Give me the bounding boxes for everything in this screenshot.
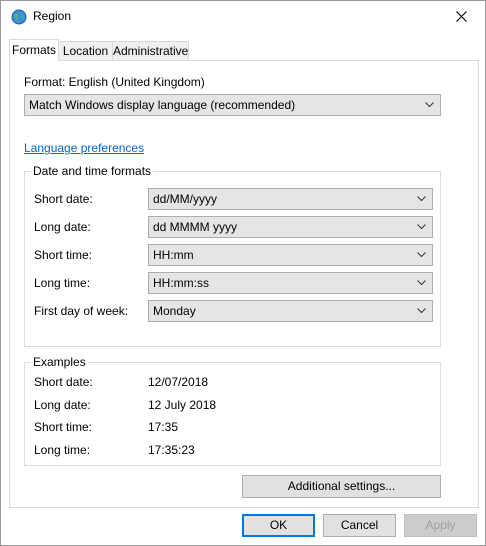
close-icon [456, 11, 467, 22]
long-time-label: Long time: [34, 276, 91, 290]
tab-location[interactable]: Location [58, 41, 113, 60]
examples-group-title: Examples [31, 355, 88, 369]
examples-group: Examples Short date: 12/07/2018 Long dat… [24, 355, 441, 466]
example-short-time-value: 17:35 [148, 420, 179, 434]
datetime-formats-group: Date and time formats Short date: dd/MM/… [24, 164, 441, 347]
tab-formats-label: Formats [11, 43, 56, 57]
chevron-down-icon [417, 280, 426, 286]
short-date-label: Short date: [34, 192, 93, 206]
short-date-value: dd/MM/yyyy [153, 192, 218, 206]
language-preferences-link[interactable]: Language preferences [24, 141, 144, 155]
ok-button[interactable]: OK [242, 514, 315, 537]
datetime-group-title: Date and time formats [31, 164, 154, 178]
format-dropdown-value: Match Windows display language (recommen… [29, 98, 296, 112]
additional-settings-button[interactable]: Additional settings... [242, 475, 441, 498]
example-long-time-label: Long time: [34, 443, 91, 457]
long-date-label: Long date: [34, 220, 91, 234]
example-long-time-value: 17:35:23 [148, 443, 195, 457]
apply-button[interactable]: Apply [404, 514, 477, 537]
tab-administrative-label: Administrative [113, 44, 189, 58]
example-short-date-label: Short date: [34, 375, 93, 389]
long-time-value: HH:mm:ss [153, 276, 209, 290]
long-time-dropdown[interactable]: HH:mm:ss [148, 272, 433, 294]
format-label: Format: English (United Kingdom) [24, 75, 205, 89]
chevron-down-icon [417, 196, 426, 202]
short-time-dropdown[interactable]: HH:mm [148, 244, 433, 266]
tab-formats[interactable]: Formats [9, 39, 59, 61]
title-bar: Region [1, 1, 485, 32]
tab-location-label: Location [62, 44, 109, 58]
chevron-down-icon [425, 102, 434, 108]
chevron-down-icon [417, 224, 426, 230]
chevron-down-icon [417, 308, 426, 314]
example-long-date-value: 12 July 2018 [148, 398, 217, 412]
long-date-value: dd MMMM yyyy [153, 220, 237, 234]
first-day-of-week-value: Monday [153, 304, 196, 318]
formats-panel: Format: English (United Kingdom) Match W… [9, 60, 479, 508]
short-time-label: Short time: [34, 248, 93, 262]
short-time-value: HH:mm [153, 248, 194, 262]
long-date-dropdown[interactable]: dd MMMM yyyy [148, 216, 433, 238]
tab-administrative[interactable]: Administrative [112, 41, 189, 60]
example-short-time-label: Short time: [34, 420, 93, 434]
first-day-of-week-dropdown[interactable]: Monday [148, 300, 433, 322]
cancel-button[interactable]: Cancel [323, 514, 396, 537]
format-dropdown[interactable]: Match Windows display language (recommen… [24, 94, 441, 116]
globe-icon [11, 9, 27, 25]
region-dialog: Region Formats Location Administrative F… [0, 0, 486, 546]
example-long-date-label: Long date: [34, 398, 91, 412]
close-button[interactable] [439, 1, 485, 32]
example-short-date-value: 12/07/2018 [148, 375, 209, 389]
first-day-of-week-label: First day of week: [34, 304, 129, 318]
window-title: Region [33, 9, 72, 23]
short-date-dropdown[interactable]: dd/MM/yyyy [148, 188, 433, 210]
chevron-down-icon [417, 252, 426, 258]
